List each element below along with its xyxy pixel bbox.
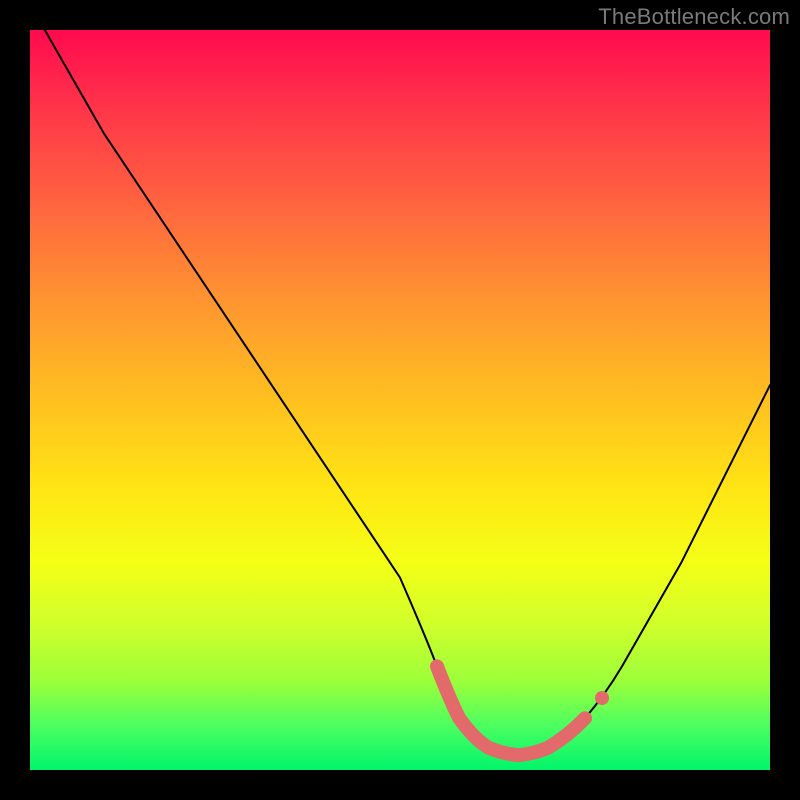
watermark-text: TheBottleneck.com [598, 4, 790, 30]
highlight-minimum [437, 666, 585, 755]
highlight-dot [595, 691, 609, 705]
curve-line [45, 30, 770, 755]
chart-frame: TheBottleneck.com [0, 0, 800, 800]
plot-area [30, 30, 770, 770]
bottleneck-curve [30, 30, 770, 770]
